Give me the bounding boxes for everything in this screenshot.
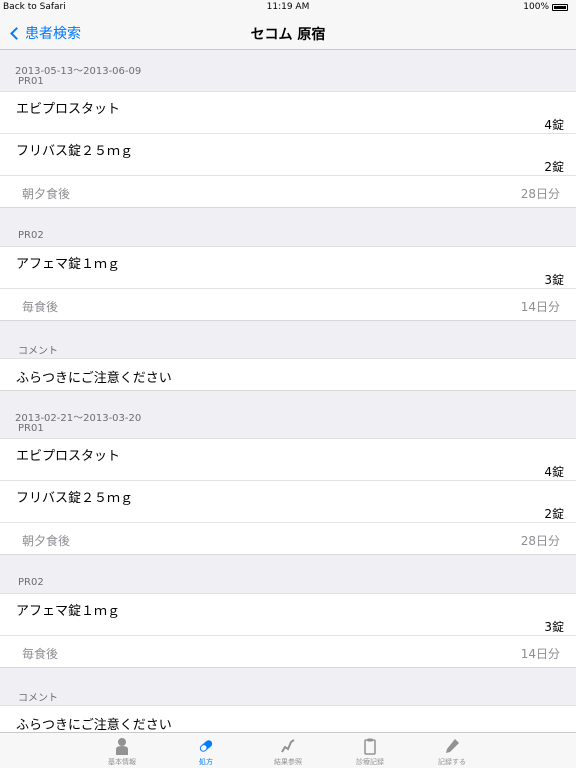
tab-prescription[interactable]: 処方: [166, 733, 246, 768]
comment-text: ふらつきにご注意ください: [16, 718, 172, 732]
drug-row[interactable]: フリバス錠２５ｍｇ 2錠: [0, 134, 576, 176]
duration-days: 14日分: [520, 647, 560, 661]
drug-row[interactable]: アフェマ錠１ｍｇ 3錠: [0, 594, 576, 636]
usage-row: 朝夕食後 28日分: [0, 523, 576, 555]
usage-row: 毎食後 14日分: [0, 289, 576, 321]
section-header: 2013-02-21～2013-03-20 PR01: [0, 391, 576, 439]
status-bar: Back to Safari 11:19 AM 100%: [0, 0, 576, 14]
chart-icon: [281, 739, 295, 753]
drug-quantity: 2錠: [544, 507, 564, 521]
comment-label: コメント: [18, 693, 58, 704]
drug-quantity: 3錠: [544, 273, 564, 287]
tab-label: 結果参照: [274, 758, 302, 766]
tab-record[interactable]: 記録する: [412, 733, 492, 768]
section-header: PR02: [0, 555, 576, 594]
drug-name: アフェマ錠１ｍｇ: [16, 257, 121, 272]
pill-icon: [199, 740, 213, 752]
section-header: コメント: [0, 668, 576, 706]
prescription-list[interactable]: 2013-05-13～2013-06-09 PR01 エビプロスタット 4錠 フ…: [0, 50, 576, 732]
tab-bar: 基本情報 処方 結果参照 診療記録 記録する: [0, 732, 576, 768]
usage-instruction: 毎食後: [22, 300, 59, 314]
tab-basic-info[interactable]: 基本情報: [82, 733, 162, 768]
page-title: セコム 原宿: [250, 27, 326, 43]
tab-results[interactable]: 結果参照: [248, 733, 328, 768]
usage-instruction: 朝夕食後: [22, 187, 71, 201]
section-header: PR02: [0, 208, 576, 247]
section-header: コメント: [0, 321, 576, 359]
drug-quantity: 4錠: [544, 465, 564, 479]
tab-label: 記録する: [438, 758, 466, 766]
group-label: PR02: [18, 230, 44, 241]
usage-row: 朝夕食後 28日分: [0, 176, 576, 208]
comment-row: ふらつきにご注意ください: [0, 706, 576, 732]
duration-days: 14日分: [520, 300, 560, 314]
battery-percent: 100%: [523, 2, 549, 12]
tab-label: 診療記録: [356, 758, 384, 766]
battery-icon: [552, 3, 568, 11]
drug-name: エビプロスタット: [16, 102, 121, 117]
usage-instruction: 朝夕食後: [22, 534, 71, 548]
clipboard-icon: [364, 738, 376, 755]
drug-row[interactable]: フリバス錠２５ｍｇ 2錠: [0, 481, 576, 523]
drug-quantity: 2錠: [544, 160, 564, 174]
group-label: PR01: [18, 423, 44, 434]
usage-instruction: 毎食後: [22, 647, 59, 661]
tab-label: 処方: [199, 758, 213, 766]
drug-row[interactable]: エビプロスタット 4錠: [0, 92, 576, 134]
tab-label: 基本情報: [108, 758, 136, 766]
tab-medical-records[interactable]: 診療記録: [330, 733, 410, 768]
pencil-icon: [446, 739, 459, 753]
section-header: 2013-05-13～2013-06-09 PR01: [0, 50, 576, 92]
usage-row: 毎食後 14日分: [0, 636, 576, 668]
drug-name: エビプロスタット: [16, 449, 121, 464]
drug-quantity: 4錠: [544, 118, 564, 132]
person-icon: [116, 738, 128, 755]
group-label: PR02: [18, 577, 44, 588]
comment-label: コメント: [18, 346, 58, 357]
drug-name: アフェマ錠１ｍｇ: [16, 604, 121, 619]
comment-text: ふらつきにご注意ください: [16, 371, 172, 386]
comment-row: ふらつきにご注意ください: [0, 359, 576, 391]
duration-days: 28日分: [520, 534, 560, 548]
status-time: 11:19 AM: [266, 2, 310, 12]
navigation-bar: 患者検索 セコム 原宿: [0, 14, 576, 50]
drug-row[interactable]: エビプロスタット 4錠: [0, 439, 576, 481]
duration-days: 28日分: [520, 187, 560, 201]
prescription-date-range: 2013-02-21～2013-03-20: [15, 413, 142, 424]
drug-name: フリバス錠２５ｍｇ: [16, 144, 134, 159]
drug-quantity: 3錠: [544, 620, 564, 634]
group-label: PR01: [18, 76, 44, 87]
battery-status: 100%: [523, 2, 568, 12]
drug-name: フリバス錠２５ｍｇ: [16, 491, 134, 506]
drug-row[interactable]: アフェマ錠１ｍｇ 3錠: [0, 247, 576, 289]
prescription-date-range: 2013-05-13～2013-06-09: [15, 66, 142, 77]
